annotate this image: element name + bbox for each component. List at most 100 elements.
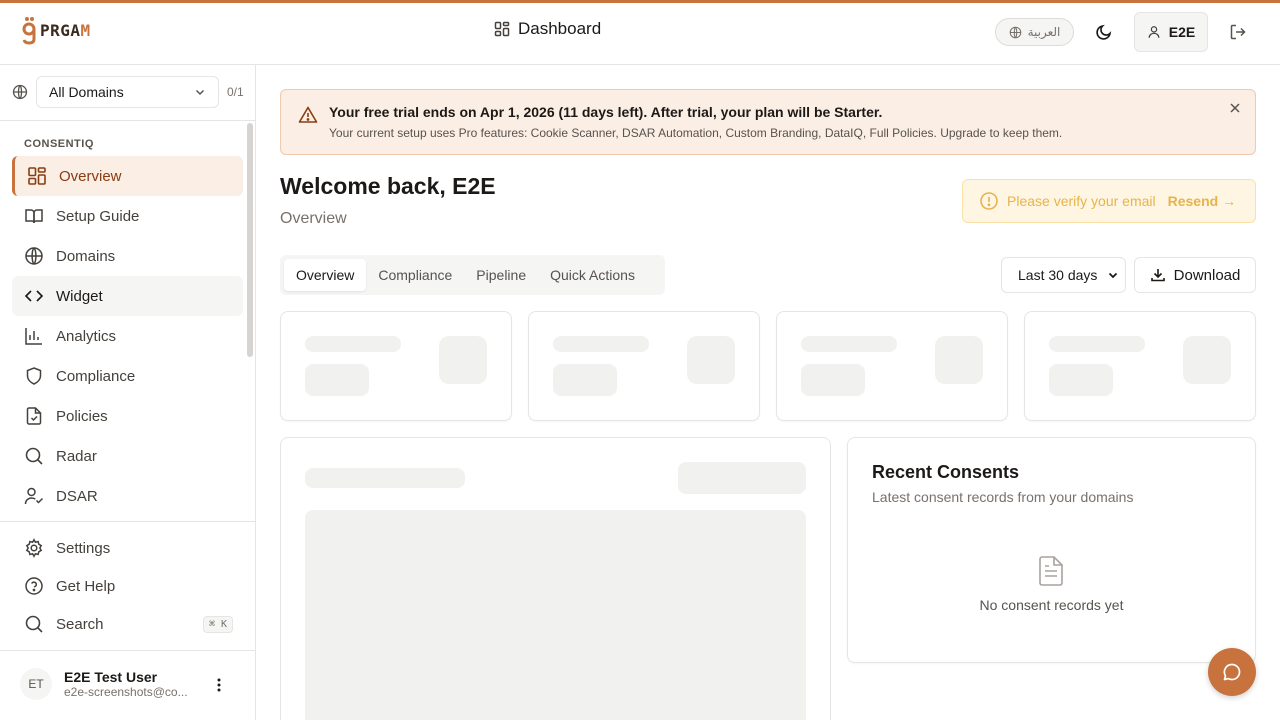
logo-wordmark: PRGAM (40, 20, 91, 40)
code-icon (24, 290, 44, 302)
sidebar-item-domains[interactable]: Domains (12, 236, 243, 276)
recent-consents-description: Latest consent records from your domains (872, 489, 1134, 505)
domain-filter-row: All Domains 0/1 (0, 65, 255, 121)
sidebar-item-policies[interactable]: Policies (12, 396, 243, 436)
sidebar: All Domains 0/1 CONSENTIQ Overview Setup… (0, 65, 256, 720)
logout-icon (1230, 24, 1246, 40)
alert-circle-icon (980, 192, 998, 210)
skeleton-line (305, 336, 401, 352)
bar-chart-icon (25, 328, 42, 345)
theme-toggle-button[interactable] (1092, 20, 1116, 44)
date-range-value: Last 30 days (1018, 267, 1098, 283)
user-button-label: E2E (1168, 24, 1196, 40)
sidebar-divider (0, 650, 255, 651)
skeleton-icon (1183, 336, 1231, 384)
sidebar-item-label: Setup Guide (56, 207, 140, 225)
stat-card-skeleton (1024, 311, 1256, 421)
stat-card-skeleton (280, 311, 512, 421)
verify-email-notice: Please verify your email Resend → (962, 179, 1256, 223)
more-vertical-icon (217, 678, 221, 692)
gear-icon (25, 538, 43, 558)
search-icon (25, 615, 43, 633)
sidebar-nav: Overview Setup Guide Domains Widget Anal… (12, 156, 243, 516)
layout-grid-icon (494, 21, 510, 37)
domain-select[interactable]: All Domains (36, 76, 219, 108)
user-email: e2e-screenshots@co... (64, 685, 188, 699)
dashboard-tabs: Overview Compliance Pipeline Quick Actio… (280, 255, 665, 295)
sidebar-item-label: Radar (56, 447, 97, 465)
user-menu-button[interactable]: E2E (1134, 12, 1208, 52)
sidebar-user-card[interactable]: ET E2E Test User e2e-screenshots@co... (20, 668, 192, 700)
sidebar-item-overview[interactable]: Overview (12, 156, 243, 196)
banner-description: Your current setup uses Pro features: Co… (329, 126, 1063, 140)
moon-icon (1096, 24, 1112, 40)
download-button[interactable]: Download (1134, 257, 1256, 293)
globe-icon (1009, 26, 1021, 38)
sidebar-item-label: DSAR (56, 487, 98, 505)
language-switch-button[interactable]: العربية (995, 18, 1074, 46)
sidebar-item-label: Search (56, 615, 104, 633)
logo[interactable]: PRGAM (22, 15, 91, 45)
sidebar-item-dsar[interactable]: DSAR (12, 476, 243, 516)
nav-section-label: CONSENTIQ (24, 138, 94, 150)
sidebar-item-widget[interactable]: Widget (12, 276, 243, 316)
sidebar-item-search[interactable]: Search ⌘ K (12, 605, 243, 643)
logout-button[interactable] (1226, 20, 1250, 44)
banner-close-button[interactable] (1227, 100, 1243, 116)
welcome-heading: Welcome back, E2E (280, 173, 496, 199)
book-open-icon (25, 209, 43, 224)
skeleton-icon (439, 336, 487, 384)
tab-overview[interactable]: Overview (284, 259, 367, 291)
sidebar-item-label: Get Help (56, 577, 116, 595)
skeleton-button (678, 462, 806, 494)
stat-card-skeleton (528, 311, 760, 421)
resend-link[interactable]: Resend → (1168, 193, 1236, 209)
domain-select-value: All Domains (49, 84, 124, 100)
tab-quick-actions[interactable]: Quick Actions (538, 259, 647, 291)
skeleton-line (305, 468, 465, 488)
empty-state-text: No consent records yet (979, 597, 1124, 613)
trial-banner: Your free trial ends on Apr 1, 2026 (11 … (280, 89, 1256, 155)
skeleton-icon (935, 336, 983, 384)
file-check-icon (26, 407, 42, 425)
avatar: ET (20, 668, 52, 700)
search-shortcut-badge: ⌘ K (202, 615, 233, 633)
globe-icon (25, 247, 43, 265)
skeleton-line (1049, 336, 1145, 352)
sidebar-item-compliance[interactable]: Compliance (12, 356, 243, 396)
sidebar-item-label: Settings (56, 539, 111, 557)
chat-button[interactable] (1208, 648, 1256, 696)
user-check-icon (24, 487, 44, 505)
globe-icon (12, 84, 28, 100)
recent-consents-card: Recent Consents Latest consent records f… (847, 437, 1256, 663)
banner-title: Your free trial ends on Apr 1, 2026 (11 … (329, 104, 883, 120)
sidebar-item-label: Widget (56, 287, 103, 305)
sidebar-divider (0, 521, 255, 522)
sidebar-item-settings[interactable]: Settings (12, 529, 243, 567)
sidebar-item-get-help[interactable]: Get Help (12, 567, 243, 605)
stat-card-skeleton (776, 311, 1008, 421)
shield-icon (26, 367, 42, 385)
sidebar-bottom-nav: Settings Get Help Search ⌘ K (12, 529, 243, 643)
help-circle-icon (25, 577, 43, 595)
date-range-select[interactable]: Last 30 days (1001, 257, 1126, 293)
chat-bubble-icon (1223, 663, 1241, 681)
sidebar-item-radar[interactable]: Radar (12, 436, 243, 476)
skeleton-chart (305, 510, 806, 720)
sidebar-item-label: Analytics (56, 327, 117, 345)
page-title-text: Dashboard (518, 19, 602, 38)
user-icon (1148, 26, 1160, 38)
layout-grid-icon (28, 167, 46, 185)
tab-pipeline[interactable]: Pipeline (464, 259, 538, 291)
sidebar-item-setup-guide[interactable]: Setup Guide (12, 196, 243, 236)
sidebar-item-label: Policies (56, 407, 108, 425)
recent-consents-title: Recent Consents (872, 462, 1020, 482)
tab-compliance[interactable]: Compliance (366, 259, 464, 291)
sidebar-scrollbar[interactable] (247, 123, 253, 357)
sidebar-item-analytics[interactable]: Analytics (12, 316, 243, 356)
skeleton-icon (687, 336, 735, 384)
user-options-button[interactable] (210, 675, 228, 695)
download-label: Download (1173, 266, 1241, 284)
logo-mark-icon (22, 17, 36, 45)
page-subtitle: Overview (280, 210, 347, 227)
